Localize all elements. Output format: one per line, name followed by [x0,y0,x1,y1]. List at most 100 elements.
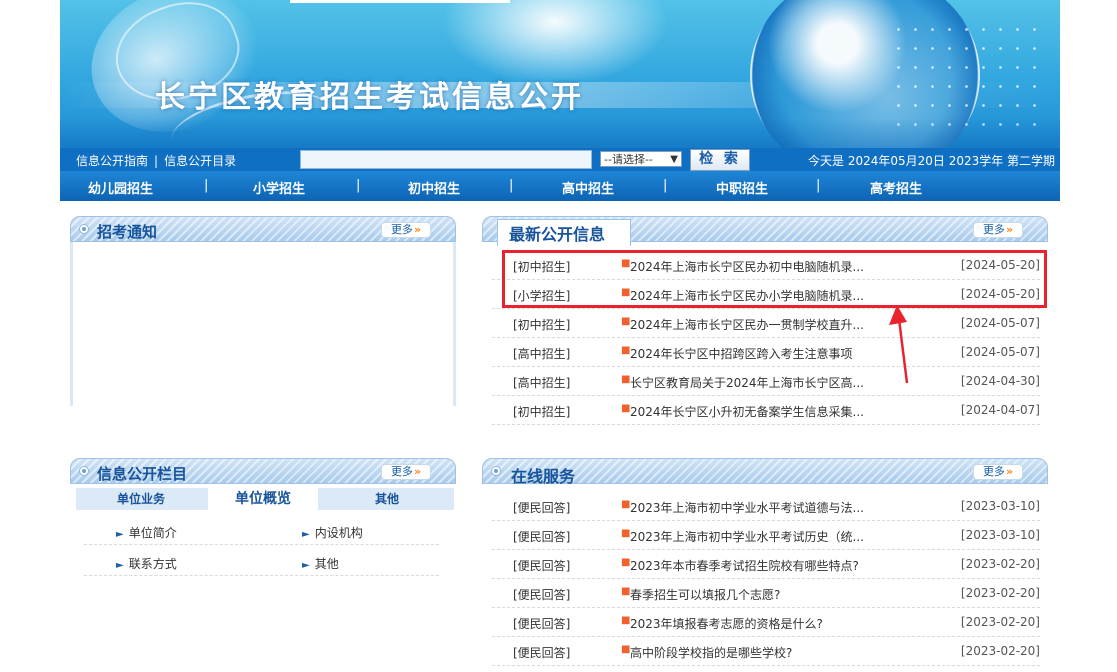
online-service-panel-title: 在线服务 [511,467,576,486]
item-title[interactable]: 2024年上海市长宁区民办一贯制学校直升... [630,316,864,333]
banner-top-strip [290,0,510,3]
item-category[interactable]: [高中招生] [513,374,570,391]
notice-panel-body [70,242,456,406]
list-item[interactable]: [高中招生] ■ 长宁区教育局关于2024年上海市长宁区高... [2024-04-3… [492,367,1040,396]
bullet-circle-icon [79,224,89,234]
tab-unit-business[interactable]: 单位业务 [76,488,206,510]
nav-separator: | [816,178,821,193]
category-select[interactable]: --请选择-- ▼ [600,151,682,167]
category-select-value: --请选择-- [604,153,653,166]
latest-info-panel: 最新公开信息 更多» [初中招生] ■ 2024年上海市长宁区民办初中电脑随机录..… [482,216,1048,425]
list-item[interactable]: [便民回答] ■ 春季招生可以填报几个志愿? [2023-02-20] [492,579,1040,608]
item-date: [2023-03-10] [960,499,1040,513]
item-date: [2024-05-07] [960,316,1040,330]
item-date: [2023-02-20] [960,557,1040,571]
item-category[interactable]: [便民回答] [513,586,570,603]
item-title[interactable]: 高中阶段学校指的是哪些学校? [630,644,792,661]
list-item[interactable]: [初中招生] ■ 2024年长宁区小升初无备案学生信息采集... [2024-04-0… [492,396,1040,425]
link-separator: | [154,154,159,168]
item-date: [2023-02-20] [960,644,1040,658]
chevron-down-icon: ▼ [670,154,678,165]
item-date: [2023-02-20] [960,586,1040,600]
info-column-panel: 信息公开栏目 更多» 单位业务 单位概览 其他 ► 单位简介 ► 内设机构 ► 联系方… [70,458,456,648]
item-category[interactable]: [便民回答] [513,499,570,516]
item-category[interactable]: [便民回答] [513,615,570,632]
link-contact[interactable]: ► 联系方式 [116,555,177,572]
site-title: 长宁区教育招生考试信息公开 [155,80,584,115]
online-service-panel-header: 在线服务 更多» [482,458,1048,486]
more-label: 更多 [982,223,1005,236]
item-date: [2023-03-10] [960,528,1040,542]
banner-bottom-band [60,118,1060,148]
nav-item-gaokao[interactable]: 高考招生 [870,178,922,197]
nav-item-primary[interactable]: 小学招生 [253,178,305,197]
item-title[interactable]: 2023年上海市初中学业水平考试道德与法... [630,499,864,516]
link-other[interactable]: ► 其他 [302,555,339,572]
nav-item-kindergarten[interactable]: 幼儿园招生 [88,178,153,197]
info-column-panel-body: 单位业务 单位概览 其他 ► 单位简介 ► 内设机构 ► 联系方式 ► 其他 [70,484,456,648]
red-arrow-icon [889,305,909,384]
item-title[interactable]: 长宁区教育局关于2024年上海市长宁区高... [630,374,864,391]
notice-panel: 招考通知 更多» [70,216,456,406]
nav-separator: | [356,178,361,193]
item-title[interactable]: 春季招生可以填报几个志愿? [630,586,780,603]
link-disclosure-catalog[interactable]: 信息公开目录 [164,154,236,168]
item-date: [2023-02-20] [960,615,1040,629]
chevron-right-icon: ► [302,529,310,540]
bullet-circle-icon [79,466,89,476]
latest-info-panel-header: 最新公开信息 更多» [482,216,1048,246]
item-category[interactable]: [便民回答] [513,644,570,661]
more-button[interactable]: 更多» [973,222,1023,238]
item-category[interactable]: [便民回答] [513,557,570,574]
list-item[interactable]: [高中招生] ■ 2024年长宁区中招跨区跨入考生注意事项 [2024-05-07] [492,338,1040,367]
nav-item-vocational[interactable]: 中职招生 [716,178,768,197]
info-column-panel-title: 信息公开栏目 [97,465,188,483]
main-nav: 幼儿园招生 | 小学招生 | 初中招生 | 高中招生 | 中职招生 | 高考招生 [60,171,1060,201]
divider [84,544,439,545]
chevron-right-icon: ► [116,529,124,540]
link-internal-departments[interactable]: ► 内设机构 [302,524,363,541]
nav-item-junior[interactable]: 初中招生 [408,178,460,197]
item-title[interactable]: 2023年填报春考志愿的资格是什么? [630,615,823,632]
list-item[interactable]: [初中招生] ■ 2024年上海市长宁区民办一贯制学校直升... [2024-05-0… [492,309,1040,338]
bullet-circle-icon [491,466,501,476]
online-service-list: [便民回答] ■ 2023年上海市初中学业水平考试道德与法... [2023-03-1… [492,492,1040,666]
list-item[interactable]: [便民回答] ■ 2023年上海市初中学业水平考试道德与法... [2023-03-1… [492,492,1040,521]
more-label: 更多 [390,465,413,478]
date-info: 今天是 2024年05月20日 2023学年 第二学期 [808,154,1056,168]
nav-item-senior[interactable]: 高中招生 [562,178,614,197]
item-title[interactable]: 2023年上海市初中学业水平考试历史（统... [630,528,864,545]
item-date: [2024-04-30] [960,374,1040,388]
item-category[interactable]: [初中招生] [513,316,570,333]
list-item[interactable]: [便民回答] ■ 2023年上海市初中学业水平考试历史（统... [2023-03-1… [492,521,1040,550]
item-date: [2024-05-07] [960,345,1040,359]
item-title[interactable]: 2024年长宁区中招跨区跨入考生注意事项 [630,345,853,362]
banner-dots-pattern [890,20,1040,130]
item-category[interactable]: [便民回答] [513,528,570,545]
link-disclosure-guide[interactable]: 信息公开指南 [76,154,148,168]
item-title[interactable]: 2024年长宁区小升初无备案学生信息采集... [630,403,864,420]
item-category[interactable]: [初中招生] [513,403,570,420]
search-bar: 信息公开指南 | 信息公开目录 --请选择-- ▼ 检 索 今天是 2024年05月… [60,148,1060,171]
search-input[interactable] [300,150,592,169]
double-chevron-icon: » [1005,465,1014,478]
more-button[interactable]: 更多» [973,464,1023,480]
double-chevron-icon: » [413,465,422,478]
item-title[interactable]: 2023年本市春季考试招生院校有哪些特点? [630,557,859,574]
link-unit-intro[interactable]: ► 单位简介 [116,524,177,541]
list-item[interactable]: [便民回答] ■ 2023年填报春考志愿的资格是什么? [2023-02-20] [492,608,1040,637]
item-category[interactable]: [高中招生] [513,345,570,362]
double-chevron-icon: » [1005,223,1014,236]
list-item[interactable]: [便民回答] ■ 2023年本市春季考试招生院校有哪些特点? [2023-02-20] [492,550,1040,579]
link-contact-label: 联系方式 [128,557,177,571]
link-unit-intro-label: 单位简介 [128,526,177,540]
search-button[interactable]: 检 索 [690,149,750,171]
more-button[interactable]: 更多» [381,222,431,238]
tab-other[interactable]: 其他 [320,488,454,510]
list-item[interactable]: [便民回答] ■ 高中阶段学校指的是哪些学校? [2023-02-20] [492,637,1040,666]
chevron-right-icon: ► [116,560,124,571]
tab-unit-overview[interactable]: 单位概览 [208,488,318,510]
double-chevron-icon: » [413,223,422,236]
more-button[interactable]: 更多» [381,464,431,480]
online-service-panel: 在线服务 更多» [便民回答] ■ 2023年上海市初中学业水平考试道德与法...[… [482,458,1048,668]
